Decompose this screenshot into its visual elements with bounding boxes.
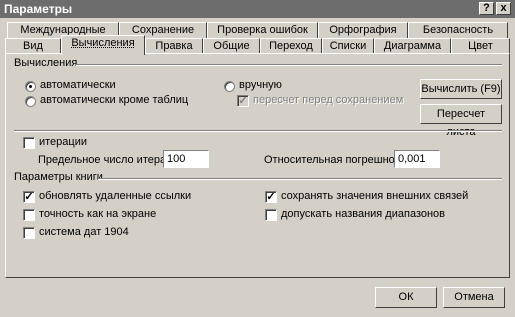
date-system-1904-checkbox[interactable] bbox=[23, 227, 35, 239]
calc-manual-radio[interactable] bbox=[224, 81, 235, 92]
update-remote-refs-label: обновлять удаленные ссылки bbox=[39, 190, 192, 202]
precision-as-displayed-checkbox[interactable] bbox=[23, 209, 35, 221]
title-bar: Параметры ? x bbox=[0, 0, 515, 18]
iterations-checkbox[interactable] bbox=[23, 137, 35, 149]
tab-error-checking[interactable]: Проверка ошибок bbox=[207, 22, 318, 39]
cancel-button[interactable]: Отмена bbox=[443, 287, 505, 308]
calc-automatic-label: автоматически bbox=[40, 79, 116, 91]
help-icon[interactable]: ? bbox=[479, 2, 494, 15]
calc-auto-except-tables-radio[interactable] bbox=[25, 96, 36, 107]
window-title: Параметры bbox=[4, 2, 73, 16]
update-remote-refs-checkbox[interactable]: ✓ bbox=[23, 191, 35, 203]
close-icon[interactable]: x bbox=[496, 2, 511, 15]
tab-spelling[interactable]: Орфография bbox=[318, 22, 408, 39]
accept-range-labels-checkbox[interactable] bbox=[265, 209, 277, 221]
save-external-values-checkbox[interactable]: ✓ bbox=[265, 191, 277, 203]
separator bbox=[14, 130, 502, 132]
calc-manual-label: вручную bbox=[239, 79, 282, 91]
iterations-label: итерации bbox=[39, 136, 88, 148]
save-external-values-label: сохранять значения внешних связей bbox=[281, 190, 469, 202]
ok-button[interactable]: ОК bbox=[375, 287, 437, 308]
book-group-title: Параметры книги bbox=[14, 171, 103, 183]
recalc-f9-button[interactable]: Вычислить (F9) bbox=[420, 79, 502, 99]
group-separator bbox=[98, 178, 502, 180]
calculation-group-title: Вычисления bbox=[14, 57, 78, 69]
recalc-sheet-button[interactable]: Пересчет листа bbox=[420, 104, 502, 138]
date-system-1904-label: система дат 1904 bbox=[39, 226, 129, 238]
relative-error-label: Относительная погрешность: bbox=[264, 154, 415, 166]
relative-error-input[interactable]: 0,001 bbox=[394, 150, 440, 168]
precision-as-displayed-label: точность как на экране bbox=[39, 208, 157, 220]
group-separator bbox=[76, 64, 502, 66]
calculation-panel: Вычисления автоматически автоматически к… bbox=[5, 53, 510, 278]
options-dialog: Параметры ? x Международные Сохранение П… bbox=[0, 0, 515, 317]
recalc-before-save-checkbox[interactable]: ✓ bbox=[237, 95, 249, 107]
calc-automatic-radio[interactable] bbox=[25, 81, 36, 92]
recalc-before-save-label: пересчет перед сохранением bbox=[253, 94, 404, 106]
max-iterations-input[interactable]: 100 bbox=[163, 150, 209, 168]
calc-auto-except-tables-label: автоматически кроме таблиц bbox=[40, 94, 189, 106]
tab-security[interactable]: Безопасность bbox=[408, 22, 508, 39]
tab-calculation[interactable]: Вычисления bbox=[61, 35, 145, 55]
accept-range-labels-label: допускать названия диапазонов bbox=[281, 208, 446, 220]
